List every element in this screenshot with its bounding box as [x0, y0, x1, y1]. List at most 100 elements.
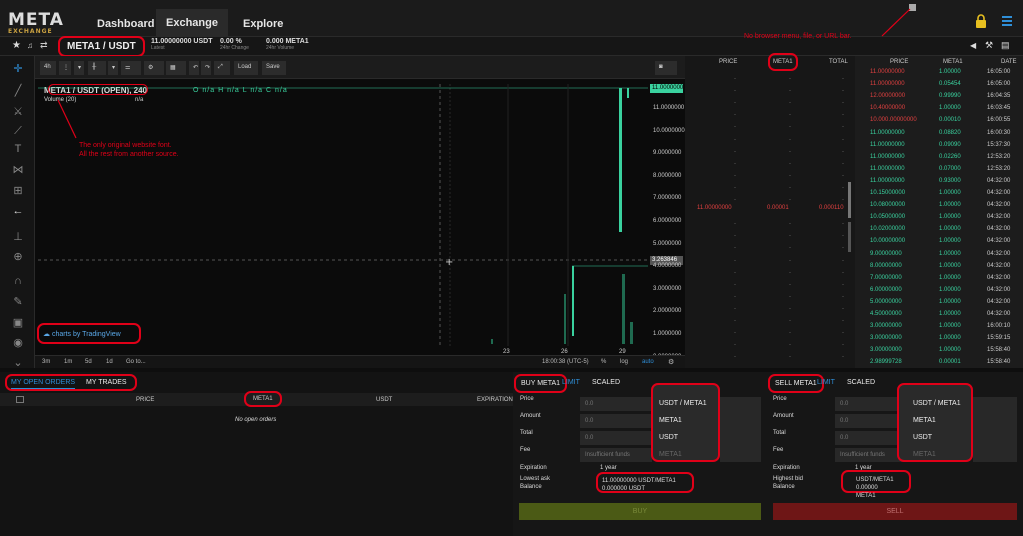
- book-empty-cell: -: [842, 124, 844, 131]
- fib-tool-icon[interactable]: ⚔: [10, 105, 26, 118]
- book-empty-cell: -: [842, 293, 844, 300]
- crosshair-tool-icon[interactable]: ✛: [10, 62, 26, 75]
- buy-units-extension: [720, 397, 761, 462]
- tab-buy-limit[interactable]: LIMIT: [562, 379, 580, 386]
- interval-button[interactable]: 4h: [40, 61, 56, 75]
- candle-type-icon[interactable]: ╫: [88, 61, 106, 75]
- candle-dropdown-icon[interactable]: ▾: [108, 61, 118, 75]
- buy-unit-fee[interactable]: META1: [659, 451, 682, 458]
- ruler-tool-icon[interactable]: ⊥: [10, 230, 26, 243]
- fullscreen-icon[interactable]: ⤢: [214, 61, 230, 75]
- tab-sell-scaled[interactable]: SCALED: [847, 379, 875, 386]
- magnet-tool-icon[interactable]: ∩: [10, 275, 26, 287]
- chart-icon[interactable]: ▤: [1001, 40, 1010, 51]
- expand-tool-icon[interactable]: ⌄: [10, 356, 26, 369]
- goto-date-button[interactable]: Go to...: [126, 359, 146, 365]
- tab-buy-scaled[interactable]: SCALED: [592, 379, 620, 386]
- trade-row-cell: 16:05:00: [987, 81, 1011, 88]
- collapse-left-icon[interactable]: ◀: [970, 41, 976, 50]
- redo-icon[interactable]: ↷: [201, 61, 211, 75]
- sell-amount-input[interactable]: 0.0: [835, 414, 905, 428]
- sell-total-input[interactable]: 0.0: [835, 431, 905, 445]
- range-1m[interactable]: 1m: [64, 359, 72, 365]
- back-arrow-icon[interactable]: ←: [10, 205, 26, 217]
- text-tool-icon[interactable]: T: [10, 143, 26, 155]
- buy-amount-input[interactable]: 0.0: [580, 414, 652, 428]
- undo-icon[interactable]: ↶: [189, 61, 199, 75]
- sell-button[interactable]: SELL: [773, 503, 1017, 520]
- y-tick-label: 5.0000000: [653, 240, 682, 247]
- tab-my-open-orders[interactable]: MY OPEN ORDERS: [11, 379, 76, 389]
- menu-icon[interactable]: [1002, 16, 1012, 26]
- book-empty-cell: -: [734, 100, 736, 107]
- zoom-tool-icon[interactable]: ⊕: [10, 250, 26, 263]
- lock-tool-icon[interactable]: ▣: [10, 316, 26, 329]
- tab-my-trades[interactable]: MY TRADES: [86, 379, 127, 386]
- book-ask-price[interactable]: 11.00000000: [697, 205, 732, 211]
- pattern-tool-icon[interactable]: ⟋: [10, 125, 26, 138]
- trade-row-cell: 1.00000: [939, 262, 961, 269]
- orders-header-expiration: EXPIRATION: [477, 397, 513, 403]
- snapshot-camera-icon[interactable]: ◙: [655, 61, 677, 75]
- nav-exchange[interactable]: Exchange: [156, 9, 228, 37]
- interval-dropdown-icon[interactable]: ▾: [74, 61, 84, 75]
- buy-balance-value[interactable]: 0.000000 USDT: [602, 485, 688, 493]
- range-1d[interactable]: 1d: [106, 359, 113, 365]
- indicators-icon[interactable]: ⚌: [121, 61, 141, 75]
- tab-sell-limit[interactable]: LIMIT: [817, 379, 835, 386]
- book-empty-cell: -: [842, 233, 844, 240]
- interval-more-icon[interactable]: ⋮: [59, 61, 71, 75]
- lock-icon[interactable]: [975, 14, 987, 28]
- load-button[interactable]: Load: [234, 61, 258, 75]
- brush-tool-icon[interactable]: ✎: [10, 295, 26, 308]
- sell-balance-value[interactable]: 0.00000 META1: [856, 484, 896, 500]
- buy-balance-label: Balance: [520, 484, 542, 490]
- tab-buy-meta1[interactable]: BUY META1: [514, 374, 568, 393]
- pair-title[interactable]: META1 / USDT: [58, 36, 145, 57]
- log-toggle[interactable]: log: [620, 359, 628, 365]
- chart-plot-area[interactable]: +: [38, 84, 648, 346]
- trade-row-cell: 12.00000000: [870, 93, 906, 100]
- star-icon[interactable]: ★: [12, 40, 21, 51]
- app-logo[interactable]: META EXCHANGE: [8, 10, 64, 35]
- book-empty-cell: -: [789, 221, 791, 228]
- swap-icon[interactable]: ⇄: [40, 40, 48, 51]
- trade-row-cell: 3.00000000: [870, 347, 902, 354]
- lowest-ask-value[interactable]: 11.00000000 USDT/META1: [602, 477, 688, 485]
- book-scrollbar[interactable]: [848, 182, 851, 218]
- buy-total-input[interactable]: 0.0: [580, 431, 652, 445]
- bell-icon[interactable]: ♫: [27, 41, 33, 50]
- range-5d[interactable]: 5d: [85, 359, 92, 365]
- range-3m[interactable]: 3m: [42, 359, 50, 365]
- tab-sell-meta1[interactable]: SELL META1: [768, 374, 824, 393]
- wrench-icon[interactable]: ⚒: [985, 40, 993, 51]
- lowest-ask-label: Lowest ask: [520, 476, 551, 482]
- shapes-tool-icon[interactable]: ⋈: [10, 163, 26, 176]
- sell-price-input[interactable]: 0.0: [835, 397, 905, 411]
- trendline-tool-icon[interactable]: ╱: [10, 84, 26, 97]
- trade-row-cell: 16:00:10: [987, 323, 1011, 330]
- select-all-checkbox[interactable]: [16, 396, 24, 403]
- chart-settings-icon[interactable]: ⚙: [668, 358, 674, 366]
- buy-price-input[interactable]: 0.0: [580, 397, 652, 411]
- percent-toggle[interactable]: %: [601, 359, 606, 365]
- book-scrollbar-2[interactable]: [848, 222, 851, 252]
- buy-button[interactable]: BUY: [519, 503, 761, 520]
- templates-icon[interactable]: ▦: [166, 61, 186, 75]
- book-empty-cell: -: [734, 184, 736, 191]
- auto-toggle[interactable]: auto: [642, 359, 654, 365]
- buy-expiration-value[interactable]: 1 year: [600, 465, 617, 471]
- save-button[interactable]: Save: [262, 61, 286, 75]
- book-empty-cell: -: [789, 88, 791, 95]
- tradingview-watermark[interactable]: ☁ charts by TradingView: [37, 323, 141, 344]
- nav-explore[interactable]: Explore: [243, 18, 283, 30]
- highest-bid-value[interactable]: USDT/META1: [856, 476, 896, 484]
- nav-dashboard[interactable]: Dashboard: [97, 18, 154, 30]
- book-empty-cell: -: [734, 354, 736, 361]
- trade-row-cell: 16:00:55: [987, 117, 1011, 124]
- settings-icon[interactable]: ⚙: [144, 61, 164, 75]
- sell-unit-fee[interactable]: META1: [913, 451, 936, 458]
- measure-tool-icon[interactable]: ⊞: [10, 184, 26, 197]
- book-empty-cell: -: [842, 330, 844, 337]
- eye-tool-icon[interactable]: ◉: [10, 336, 26, 349]
